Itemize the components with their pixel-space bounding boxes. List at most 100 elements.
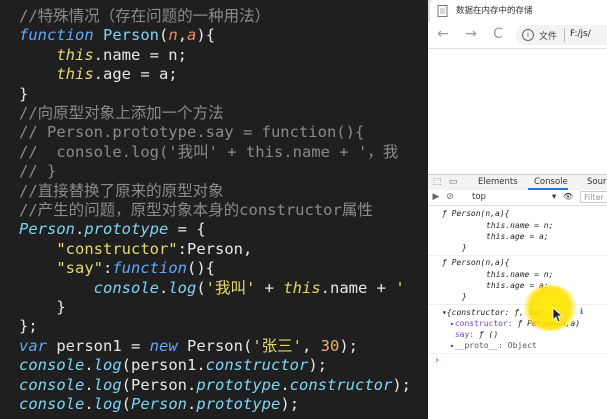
devtools-tab-bar: ⬚ ▭ Elements Console Sour	[428, 174, 607, 191]
code-token: function	[112, 259, 187, 278]
code-token: :Person,	[177, 239, 253, 258]
code-token: .	[187, 395, 197, 413]
code-token: //产生的问题，原型对象本身的constructor属性	[19, 201, 373, 219]
tab-elements[interactable]: Elements	[478, 177, 518, 187]
code-text: this.name = n;	[486, 221, 554, 230]
code-token: .	[158, 278, 169, 297]
reload-icon[interactable]: C	[489, 25, 507, 43]
code-line: }	[19, 297, 66, 317]
code-line: function Person(n,a){	[19, 25, 215, 45]
code-token: ){	[196, 26, 216, 45]
code-line: Person.prototype = {	[19, 219, 206, 239]
code-text: this.age = a;	[486, 232, 549, 241]
code-token: '	[395, 278, 405, 297]
code-text: this.name = n;	[486, 270, 554, 279]
code-line: //特殊情况（存在问题的一种用法）	[19, 6, 270, 26]
code-token: .	[84, 356, 94, 375]
browser-tab[interactable]: 数据在内存中的存储	[430, 0, 607, 22]
code-token: prototype	[196, 395, 281, 413]
code-token: function	[19, 26, 103, 45]
browser-tab-title: 数据在内存中的存储	[456, 6, 533, 16]
code-token: new	[149, 336, 187, 355]
code-token: this	[283, 278, 321, 297]
code-token: );	[339, 336, 358, 355]
back-arrow-icon[interactable]: ←	[434, 25, 452, 43]
context-dropdown-icon[interactable]: ▾	[552, 192, 556, 202]
code-token: n	[168, 26, 178, 45]
code-token: (Person.	[121, 375, 197, 394]
console-prompt[interactable]: ›	[434, 355, 440, 367]
console-divider	[428, 255, 607, 256]
device-toolbar-icon[interactable]: ▭	[448, 177, 458, 187]
property-value: ƒ ()	[478, 330, 499, 339]
forward-arrow-icon[interactable]: →	[462, 25, 480, 43]
code-line: //直接替换了原来的原型对象	[19, 181, 224, 201]
tab-console[interactable]: Console	[534, 177, 568, 187]
code-editor[interactable]: //特殊情况（存在问题的一种用法） function Person(n,a){ t…	[0, 0, 428, 419]
code-line: this.name = n;	[19, 45, 187, 65]
inspect-element-icon[interactable]: ⬚	[432, 177, 442, 187]
property-key: ▸__proto__: Object	[450, 341, 537, 350]
code-token: log	[93, 395, 122, 413]
code-line: }	[462, 242, 467, 254]
play-icon[interactable]: ▶	[431, 192, 441, 202]
code-token: (){	[187, 259, 215, 278]
clear-console-icon[interactable]: ⊘	[445, 192, 455, 202]
code-token: .	[75, 220, 85, 239]
object-property[interactable]: ▸__proto__: Object	[450, 340, 537, 352]
info-icon[interactable]: i	[522, 29, 534, 41]
code-token: }	[19, 298, 66, 316]
code-line: // Person.prototype.say = function(){	[19, 122, 364, 142]
code-line: "constructor":Person,	[19, 239, 252, 259]
code-token: '张三'	[252, 336, 302, 355]
code-token: constructor	[289, 375, 393, 394]
console-log-entry[interactable]: ƒ Person(n,a){	[442, 208, 509, 220]
console-filter-input[interactable]: Filter	[580, 191, 607, 203]
code-token: ,	[301, 336, 321, 355]
code-text: }	[462, 292, 467, 301]
code-token: Person	[19, 220, 75, 239]
code-line: //向原型对象上添加一个方法	[19, 103, 224, 123]
eye-icon[interactable]: 👁	[563, 192, 573, 201]
context-selector[interactable]: top	[472, 192, 486, 202]
address-bar[interactable]: i 文件 F:/js/	[516, 25, 607, 45]
console-divider	[428, 304, 607, 305]
code-token: .	[84, 395, 94, 413]
tab-sources[interactable]: Sour	[587, 177, 606, 187]
code-token: }	[19, 84, 29, 103]
console-divider	[428, 353, 607, 354]
code-line: // }	[19, 161, 56, 181]
code-line: this.age = a;	[486, 231, 549, 243]
code-line: var person1 = new Person('张三', 30);	[19, 336, 358, 356]
code-token: (	[159, 26, 169, 45]
code-token: .	[84, 375, 94, 394]
code-token: .name = n;	[93, 45, 187, 64]
code-token: :	[103, 259, 113, 278]
code-token: .name +	[320, 278, 396, 297]
code-token: person1 =	[56, 336, 150, 355]
code-token: '我叫'	[205, 278, 256, 297]
code-token: //特殊情况（存在问题的一种用法）	[19, 7, 271, 25]
browser-toolbar: ← → C i 文件 F:/js/	[428, 22, 607, 49]
console-log-entry[interactable]: ƒ Person(n,a){	[442, 257, 509, 269]
code-token: );	[392, 375, 411, 394]
mouse-pointer-icon	[552, 307, 564, 323]
code-token: log	[93, 375, 122, 394]
code-token: constructor	[205, 356, 309, 375]
code-line: console.log(Person.prototype.constructor…	[19, 375, 411, 395]
code-token: a	[187, 26, 197, 45]
code-token: console	[19, 356, 85, 375]
code-token: //向原型对象上添加一个方法	[19, 104, 224, 122]
cursor-highlight	[522, 285, 578, 331]
code-token: .	[280, 375, 290, 394]
code-token: "say"	[56, 259, 103, 278]
code-token: 30	[320, 336, 340, 355]
code-line: // console.log('我叫' + this.name + '，我	[19, 142, 398, 162]
file-scheme-label: 文件	[539, 32, 558, 42]
url-text[interactable]: F:/js/	[570, 29, 591, 39]
